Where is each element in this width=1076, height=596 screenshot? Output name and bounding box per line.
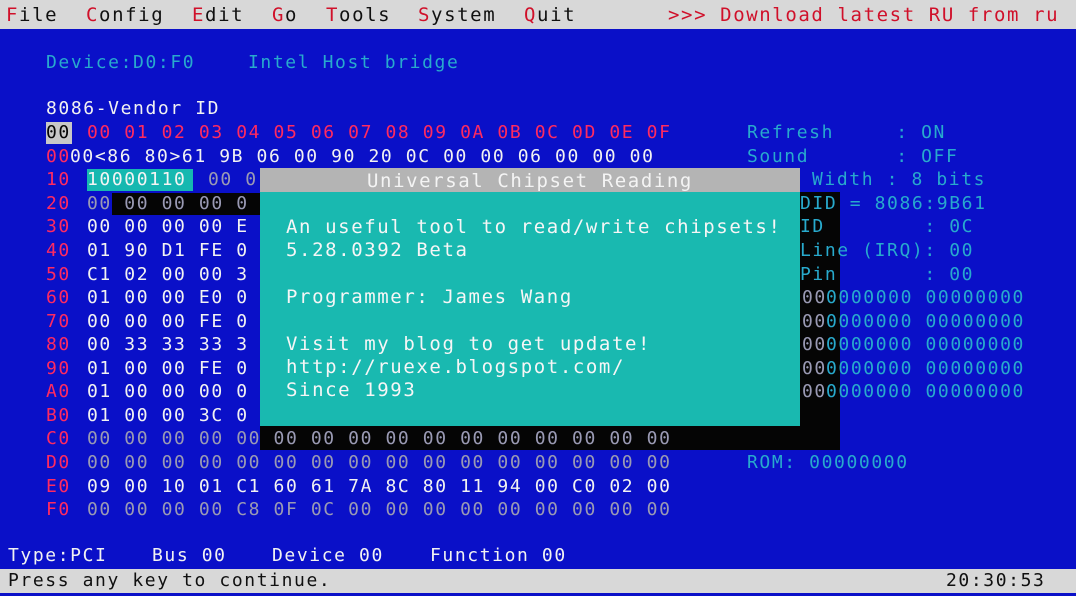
did-value: DID = 8086:9B61	[800, 193, 987, 214]
screen: File Config Edit Go Tools System Quit >>…	[0, 0, 1076, 596]
menu-tools[interactable]: Tools	[326, 4, 391, 26]
info-device: Device 00	[272, 545, 384, 566]
rom-value: ROM: 00000000	[747, 452, 909, 473]
hex-row-label: 20	[46, 193, 71, 214]
id-value: ID : 0C	[800, 216, 975, 237]
hex-row[interactable]: 00 00 00 00 0	[87, 193, 249, 215]
hex-row-label: A0	[46, 381, 71, 402]
hex-row-label: 90	[46, 358, 71, 379]
hex-corner-cell[interactable]: 00	[46, 122, 72, 144]
dialog-description: An useful tool to read/write chipsets!	[286, 216, 782, 238]
status-clock: 20:30:53	[946, 570, 1046, 591]
bar-register: 0000000 00000000	[826, 334, 1025, 355]
menu-system[interactable]: System	[418, 4, 496, 26]
dialog-blog-text: Visit my blog to get update!	[286, 333, 652, 355]
hex-row-label: 60	[46, 287, 71, 308]
hex-row-label: 30	[46, 216, 71, 237]
refresh-setting[interactable]: Refresh : ON	[747, 122, 946, 144]
bit-cursor[interactable]: 10000110	[87, 169, 193, 191]
device-address: Device:D0:F0	[46, 52, 196, 73]
dialog-since: Since 1993	[286, 379, 417, 401]
width-setting: Width : 8 bits	[812, 169, 987, 190]
bar-register-lead: 00	[802, 381, 827, 402]
info-function: Function 00	[430, 545, 567, 566]
hex-row-f0[interactable]: 00 00 00 00 C8 0F 0C 00 00 00 00 00 00 0…	[87, 499, 672, 521]
device-name: Intel Host bridge	[248, 52, 460, 73]
hex-row[interactable]: C1 02 00 00 3	[87, 264, 249, 286]
info-bus: Bus 00	[152, 545, 227, 566]
menu-quit[interactable]: Quit	[524, 4, 576, 26]
hex-row-label-f0: F0	[46, 499, 71, 520]
hex-row-label: 50	[46, 264, 71, 285]
hex-row-label-10: 10	[46, 169, 71, 190]
dialog-programmer: Programmer: James Wang	[286, 286, 573, 308]
menu-bar: File Config Edit Go Tools System Quit >>…	[0, 0, 1076, 29]
bar-register-lead: 00	[802, 358, 827, 379]
hex-row-e0[interactable]: 09 00 10 01 C1 60 61 7A 8C 80 11 94 00 C…	[87, 476, 672, 498]
hex-row-label-00: 00	[46, 146, 71, 167]
bar-register: 0000000 00000000	[826, 311, 1025, 332]
hex-row-label: 70	[46, 311, 71, 332]
bar-register-lead: 00	[802, 287, 827, 308]
menu-go[interactable]: Go	[272, 4, 298, 26]
hex-row[interactable]: 01 00 00 FE 0	[87, 358, 249, 380]
menu-config[interactable]: Config	[86, 4, 164, 26]
dialog-title: Universal Chipset Reading	[367, 170, 693, 192]
hex-row-d0[interactable]: 00 00 00 00 00 00 00 00 00 00 00 00 00 0…	[87, 452, 672, 474]
menu-file[interactable]: File	[6, 4, 58, 26]
hex-row-label: 40	[46, 240, 71, 261]
bar-register-lead: 00	[802, 311, 827, 332]
info-type: Type:PCI	[8, 545, 108, 566]
hex-row-label-e0: E0	[46, 476, 71, 497]
irq-pin-value: Pin : 00	[800, 264, 975, 285]
hex-row[interactable]: 00 33 33 33 3	[87, 334, 249, 356]
hex-row-10[interactable]: 00 0	[208, 169, 258, 191]
sound-setting[interactable]: Sound : OFF	[747, 146, 958, 168]
dialog-blog-url[interactable]: http://ruexe.blogspot.com/	[286, 356, 625, 378]
dialog-version: 5.28.0392 Beta	[286, 239, 469, 261]
bar-register: 0000000 00000000	[826, 381, 1025, 402]
hex-row-label-c0: C0	[46, 428, 71, 449]
about-dialog[interactable]: Universal Chipset Reading An useful tool…	[260, 168, 800, 426]
status-prompt: Press any key to continue.	[8, 570, 332, 591]
download-link[interactable]: >>> Download latest RU from ru	[668, 4, 1059, 26]
bar-register: 0000000 00000000	[826, 358, 1025, 379]
hex-row-label: 80	[46, 334, 71, 355]
hex-row[interactable]: 01 00 00 E0 0	[87, 287, 249, 309]
hex-row-label-d0: D0	[46, 452, 71, 473]
menu-edit[interactable]: Edit	[192, 4, 244, 26]
hex-row[interactable]: 01 00 00 00 0	[87, 381, 249, 403]
dialog-title-bar: Universal Chipset Reading	[260, 168, 800, 192]
hex-row[interactable]: 01 00 00 3C 0	[87, 405, 249, 427]
hex-row[interactable]: 01 90 D1 FE 0	[87, 240, 249, 262]
hex-column-header: 00 01 02 03 04 05 06 07 08 09 0A 0B 0C 0…	[87, 122, 672, 143]
hex-row-label: B0	[46, 405, 71, 426]
status-bar: Press any key to continue. 20:30:53	[0, 569, 1076, 593]
hex-row-00[interactable]: 00<86 80>61 9B 06 00 90 20 0C 00 00 06 0…	[70, 146, 655, 168]
irq-line-value: Line (IRQ): 00	[800, 240, 975, 261]
hex-row-c0[interactable]: 00 00 00 00 00 00 00 00 00 00 00 00 00 0…	[87, 428, 672, 450]
vendor-header: 8086-Vendor ID	[46, 98, 221, 119]
hex-row[interactable]: 00 00 00 00 E	[87, 216, 249, 238]
hex-row[interactable]: 00 00 00 FE 0	[87, 311, 249, 333]
bar-register-lead: 00	[802, 334, 827, 355]
bar-register: 0000000 00000000	[826, 287, 1025, 308]
